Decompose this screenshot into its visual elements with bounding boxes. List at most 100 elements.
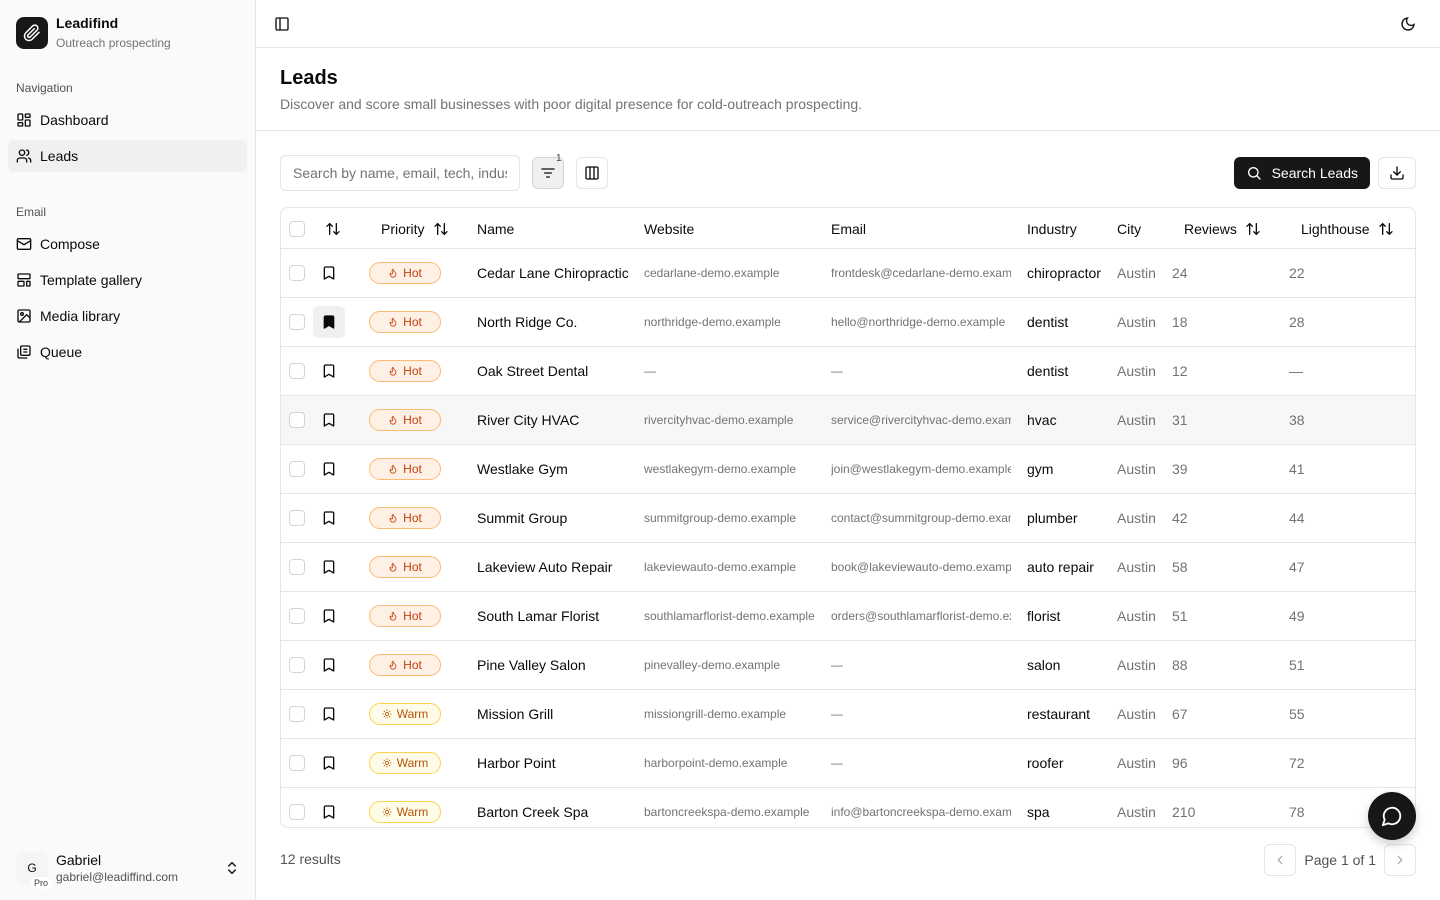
table-row[interactable]: Hot Pine Valley Salon pinevalley-demo.exam… [281,641,1415,690]
row-checkbox[interactable] [289,412,305,428]
lead-website[interactable]: cedarlane-demo.example [644,249,779,297]
lead-name[interactable]: River City HVAC [477,396,579,444]
prev-page-button[interactable] [1264,844,1297,876]
columns-button[interactable] [576,157,608,189]
lead-website[interactable]: harborpoint-demo.example [644,739,787,787]
table-row[interactable]: Hot Summit Group summitgroup-demo.example c… [281,494,1415,543]
bookmark-icon [323,511,335,525]
lead-email[interactable]: service@rivercityhvac-demo.example [831,396,1011,444]
table-row[interactable]: Warm Mission Grill missiongrill-demo.examp… [281,690,1415,739]
bookmark-button[interactable] [313,649,345,681]
lead-name[interactable]: South Lamar Florist [477,592,599,640]
table-row[interactable]: Hot North Ridge Co. northridge-demo.exampl… [281,298,1415,347]
search-leads-button[interactable]: Search Leads [1233,157,1370,189]
lead-website[interactable]: missiongrill-demo.example [644,690,786,738]
row-checkbox[interactable] [289,608,305,624]
lead-name[interactable]: Westlake Gym [477,445,568,493]
sort-bookmark-button[interactable] [325,208,341,249]
lead-website[interactable]: pinevalley-demo.example [644,641,780,689]
lead-website[interactable]: southlamarflorist-demo.example [644,592,815,640]
bookmark-button[interactable] [313,796,345,827]
bookmark-button[interactable] [313,404,345,436]
row-checkbox[interactable] [289,363,305,379]
table-row[interactable]: Warm Harbor Point harborpoint-demo.example… [281,739,1415,788]
bookmark-button[interactable] [313,600,345,632]
row-checkbox[interactable] [289,755,305,771]
search-input[interactable] [280,155,520,191]
lead-name[interactable]: Barton Creek Spa [477,788,588,827]
theme-toggle-button[interactable] [1394,10,1422,38]
lead-website[interactable]: northridge-demo.example [644,298,781,346]
select-all-checkbox[interactable] [289,220,305,237]
lead-name[interactable]: Lakeview Auto Repair [477,543,612,591]
priority-label: Hot [403,413,422,427]
download-button[interactable] [1378,157,1416,189]
bookmark-button[interactable] [313,502,345,534]
lead-email[interactable]: info@bartoncreekspa-demo.example [831,788,1011,827]
lead-email[interactable]: frontdesk@cedarlane-demo.example [831,249,1011,297]
bookmark-button[interactable] [313,306,345,338]
table-row[interactable]: Hot South Lamar Florist southlamarflorist-… [281,592,1415,641]
sidebar-item-queue[interactable]: Queue [8,336,247,368]
sidebar-item-media-library[interactable]: Media library [8,300,247,332]
moon-icon [1401,17,1415,31]
sidebar-item-leads[interactable]: Leads [8,140,247,172]
header-lighthouse[interactable]: Lighthouse [1301,208,1394,249]
lead-email[interactable]: hello@northridge-demo.example [831,298,1005,346]
row-checkbox[interactable] [289,265,305,281]
lead-email[interactable]: book@lakeviewauto-demo.example [831,543,1011,591]
bookmark-button[interactable] [313,551,345,583]
user-menu[interactable]: G Pro Gabriel gabriel@leadiffind.com [16,848,244,889]
lead-website[interactable]: lakeviewauto-demo.example [644,543,796,591]
row-checkbox[interactable] [289,314,305,330]
row-checkbox[interactable] [289,657,305,673]
table-row[interactable]: Hot River City HVAC rivercityhvac-demo.exa… [281,396,1415,445]
table-row[interactable]: Hot Lakeview Auto Repair lakeviewauto-demo… [281,543,1415,592]
brand[interactable]: Leadifind Outreach prospecting [16,14,171,51]
lead-email[interactable]: join@westlakegym-demo.example [831,445,1011,493]
lead-website[interactable]: bartoncreekspa-demo.example [644,788,809,827]
row-checkbox[interactable] [289,804,305,820]
lead-name[interactable]: Oak Street Dental [477,347,588,395]
lead-name[interactable]: North Ridge Co. [477,298,577,346]
lead-reviews: 88 [1172,657,1188,673]
next-page-button[interactable] [1384,844,1416,876]
lead-website[interactable]: summitgroup-demo.example [644,494,796,542]
lead-reviews: 96 [1172,755,1188,771]
filter-count-badge: 1 [556,153,562,164]
row-checkbox[interactable] [289,461,305,477]
sidebar-item-template-gallery[interactable]: Template gallery [8,264,247,296]
lead-website[interactable]: westlakegym-demo.example [644,445,796,493]
sidebar-item-compose[interactable]: Compose [8,228,247,260]
lead-name[interactable]: Mission Grill [477,690,553,738]
toolbar: 1 Search Leads [280,153,1416,191]
bookmark-button[interactable] [313,698,345,730]
bookmark-icon [323,266,335,280]
email-group-label: Email [16,205,47,219]
lead-website[interactable]: rivercityhvac-demo.example [644,396,793,444]
chat-button[interactable] [1368,792,1416,840]
lead-name[interactable]: Pine Valley Salon [477,641,586,689]
lead-name[interactable]: Harbor Point [477,739,556,787]
header-priority[interactable]: Priority [381,208,449,249]
bookmark-button[interactable] [313,747,345,779]
lead-email[interactable]: contact@summitgroup-demo.example [831,494,1011,542]
lead-email[interactable]: orders@southlamarflorist-demo.example [831,592,1011,640]
row-checkbox[interactable] [289,559,305,575]
sidebar-item-dashboard[interactable]: Dashboard [8,104,247,136]
lead-name[interactable]: Summit Group [477,494,567,542]
bookmark-button[interactable] [313,453,345,485]
lead-name[interactable]: Cedar Lane Chiropractic [477,249,629,297]
lead-industry: spa [1027,804,1050,820]
lead-reviews: 18 [1172,314,1188,330]
table-row[interactable]: Warm Barton Creek Spa bartoncreekspa-demo.… [281,788,1415,827]
table-row[interactable]: Hot Oak Street Dental — — dentist Austin 12 — [281,347,1415,396]
row-checkbox[interactable] [289,706,305,722]
sidebar-toggle-button[interactable] [268,10,296,38]
bookmark-button[interactable] [313,257,345,289]
table-row[interactable]: Hot Cedar Lane Chiropractic cedarlane-demo… [281,249,1415,298]
row-checkbox[interactable] [289,510,305,526]
table-row[interactable]: Hot Westlake Gym westlakegym-demo.example j… [281,445,1415,494]
header-reviews[interactable]: Reviews [1184,208,1261,249]
bookmark-button[interactable] [313,355,345,387]
